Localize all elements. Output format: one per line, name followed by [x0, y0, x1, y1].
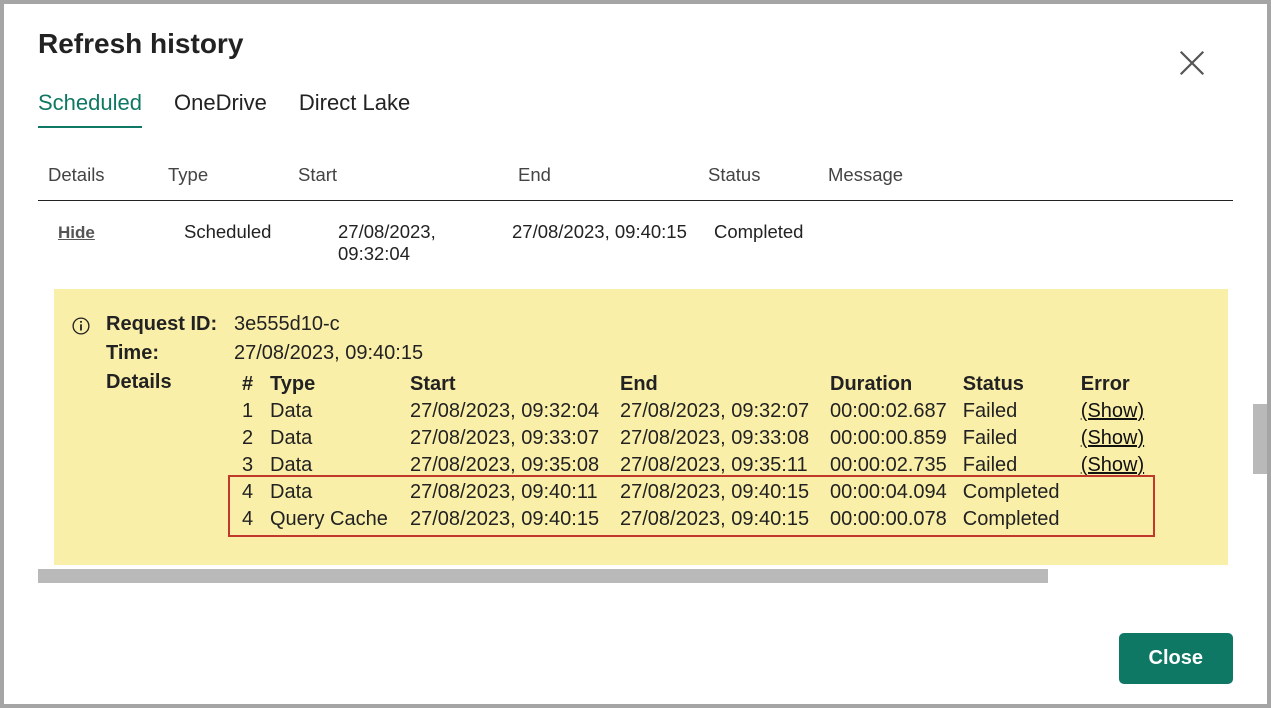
history-row: Hide Scheduled 27/08/2023, 09:32:04 27/0…	[38, 201, 1233, 271]
scrollbar-thumb[interactable]	[38, 569, 1048, 583]
row-status: Completed	[714, 221, 834, 265]
attempt-cell-status: Completed	[955, 506, 1073, 533]
col-header-end: End	[518, 164, 708, 186]
attempt-cell-num: 3	[234, 452, 262, 479]
attempt-cell-end: 27/08/2023, 09:33:08	[612, 425, 822, 452]
horizontal-scrollbar[interactable]	[38, 569, 1048, 583]
vertical-scrollbar[interactable]	[1253, 404, 1267, 474]
hdr-type: Type	[262, 371, 402, 398]
hdr-duration: Duration	[822, 371, 955, 398]
toggle-details-cell: Hide	[48, 221, 168, 265]
label-time: Time:	[106, 342, 234, 365]
attempt-cell-status: Completed	[955, 479, 1073, 506]
attempt-cell-duration: 00:00:02.735	[822, 452, 955, 479]
attempt-cell-num: 2	[234, 425, 262, 452]
show-error-link[interactable]: (Show)	[1081, 427, 1144, 449]
attempt-details-panel: Request ID: 3e555d10-c Time: 27/08/2023,…	[54, 289, 1228, 565]
col-header-message: Message	[828, 164, 1223, 186]
attempt-cell-error: (Show)	[1073, 452, 1153, 479]
hdr-error: Error	[1073, 371, 1153, 398]
row-start: 27/08/2023, 09:32:04	[298, 221, 508, 265]
attempt-cell-start: 27/08/2023, 09:40:11	[402, 479, 612, 506]
attempt-cell-status: Failed	[955, 398, 1073, 425]
attempt-row: 3Data27/08/2023, 09:35:0827/08/2023, 09:…	[234, 452, 1153, 479]
value-time: 27/08/2023, 09:40:15	[234, 342, 1204, 365]
show-error-link[interactable]: (Show)	[1081, 400, 1144, 422]
attempt-cell-start: 27/08/2023, 09:35:08	[402, 452, 612, 479]
attempt-cell-end: 27/08/2023, 09:32:07	[612, 398, 822, 425]
attempt-cell-type: Data	[262, 479, 402, 506]
attempt-cell-type: Data	[262, 452, 402, 479]
attempt-cell-duration: 00:00:04.094	[822, 479, 955, 506]
history-scroll-area: Details Type Start End Status Message Hi…	[38, 158, 1233, 583]
attempt-table: # Type Start End Duration Status Error 1…	[234, 371, 1153, 533]
close-icon[interactable]	[1177, 48, 1207, 78]
attempt-cell-duration: 00:00:00.078	[822, 506, 955, 533]
attempt-cell-type: Data	[262, 398, 402, 425]
attempt-cell-start: 27/08/2023, 09:32:04	[402, 398, 612, 425]
attempt-cell-error: (Show)	[1073, 425, 1153, 452]
close-button[interactable]: Close	[1119, 633, 1233, 684]
col-header-type: Type	[168, 164, 298, 186]
attempt-cell-type: Query Cache	[262, 506, 402, 533]
attempt-cell-type: Data	[262, 425, 402, 452]
attempt-cell-duration: 00:00:02.687	[822, 398, 955, 425]
attempt-meta: Request ID: 3e555d10-c Time: 27/08/2023,…	[106, 313, 1204, 533]
attempt-cell-end: 27/08/2023, 09:40:15	[612, 506, 822, 533]
attempt-row: 4Data27/08/2023, 09:40:1127/08/2023, 09:…	[234, 479, 1153, 506]
attempt-cell-duration: 00:00:00.859	[822, 425, 955, 452]
label-request-id: Request ID:	[106, 313, 234, 336]
attempt-cell-status: Failed	[955, 425, 1073, 452]
attempt-cell-error	[1073, 479, 1153, 506]
info-icon	[72, 317, 90, 335]
row-type: Scheduled	[168, 221, 298, 265]
attempt-cell-status: Failed	[955, 452, 1073, 479]
label-details: Details	[106, 371, 234, 533]
row-end: 27/08/2023, 09:40:15	[508, 221, 714, 265]
attempt-cell-end: 27/08/2023, 09:40:15	[612, 479, 822, 506]
attempt-cell-start: 27/08/2023, 09:33:07	[402, 425, 612, 452]
attempt-cell-end: 27/08/2023, 09:35:11	[612, 452, 822, 479]
hdr-end: End	[612, 371, 822, 398]
tab-direct-lake[interactable]: Direct Lake	[299, 90, 410, 128]
hdr-status: Status	[955, 371, 1073, 398]
attempt-cell-num: 1	[234, 398, 262, 425]
attempt-cell-num: 4	[234, 506, 262, 533]
attempt-table-wrap: # Type Start End Duration Status Error 1…	[234, 371, 1204, 533]
attempt-cell-start: 27/08/2023, 09:40:15	[402, 506, 612, 533]
show-error-link[interactable]: (Show)	[1081, 454, 1144, 476]
dialog-footer: Close	[1119, 633, 1233, 684]
tab-scheduled[interactable]: Scheduled	[38, 90, 142, 128]
attempt-row: 2Data27/08/2023, 09:33:0727/08/2023, 09:…	[234, 425, 1153, 452]
tab-bar: Scheduled OneDrive Direct Lake	[4, 60, 1267, 128]
attempt-cell-error	[1073, 506, 1153, 533]
value-request-id: 3e555d10-c	[234, 313, 1204, 336]
refresh-history-dialog: Refresh history Scheduled OneDrive Direc…	[4, 4, 1267, 704]
toggle-details-link[interactable]: Hide	[58, 223, 95, 242]
col-header-status: Status	[708, 164, 828, 186]
tab-onedrive[interactable]: OneDrive	[174, 90, 267, 128]
attempt-row: 4Query Cache27/08/2023, 09:40:1527/08/20…	[234, 506, 1153, 533]
col-header-start: Start	[298, 164, 518, 186]
hdr-num: #	[234, 371, 262, 398]
attempt-cell-error: (Show)	[1073, 398, 1153, 425]
history-table-header: Details Type Start End Status Message	[38, 158, 1233, 201]
dialog-title: Refresh history	[4, 4, 1267, 60]
attempt-row: 1Data27/08/2023, 09:32:0427/08/2023, 09:…	[234, 398, 1153, 425]
col-header-details: Details	[48, 164, 168, 186]
row-message	[834, 221, 1223, 265]
hdr-start: Start	[402, 371, 612, 398]
attempt-cell-num: 4	[234, 479, 262, 506]
